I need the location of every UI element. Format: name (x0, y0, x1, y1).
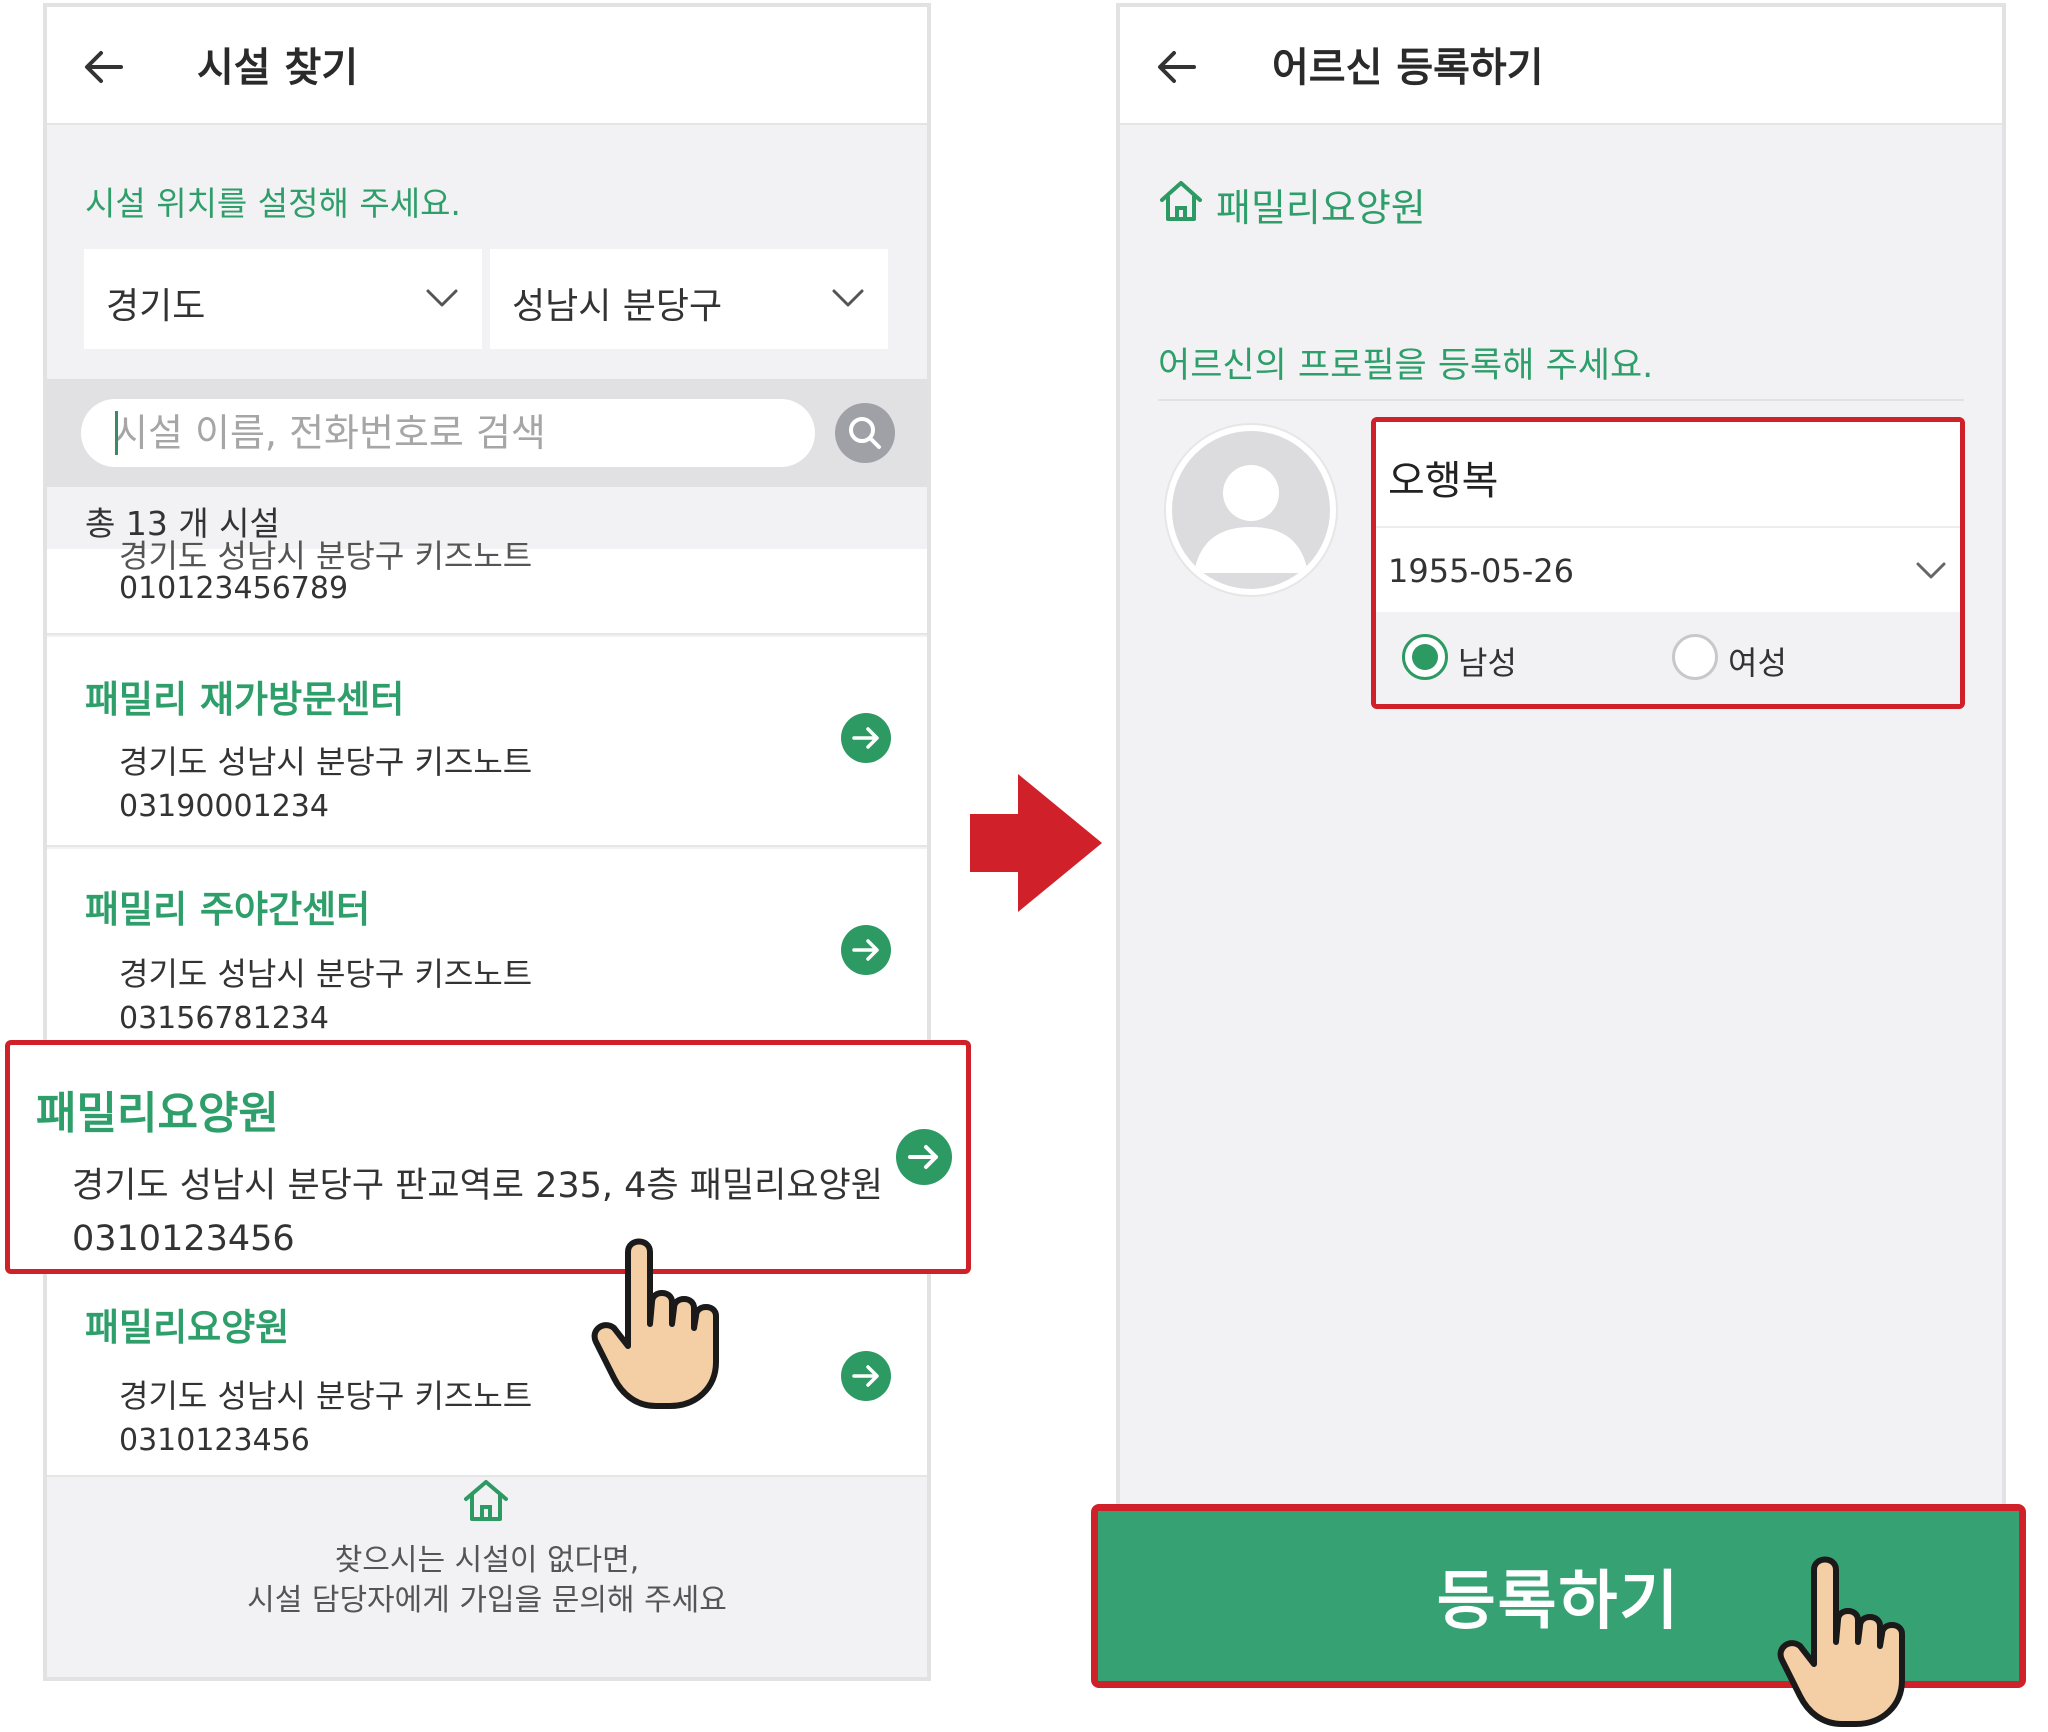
radio-male-label[interactable]: 남성 (1458, 638, 1517, 684)
name-value: 오행복 (1388, 458, 1499, 504)
item-name: 패밀리요양원 (36, 1088, 279, 1139)
item-address: 경기도 성남시 분당구 키즈노트 (119, 955, 533, 993)
radio-male[interactable] (1402, 634, 1448, 680)
item-phone: 03156781234 (119, 1001, 329, 1036)
arrow-right-icon (908, 1145, 938, 1169)
item-phone: 010123456789 (119, 571, 349, 606)
highlighted-facility-card[interactable]: 패밀리요양원 경기도 성남시 분당구 판교역로 235, 4층 패밀리요양원 0… (5, 1040, 971, 1274)
radio-female[interactable] (1672, 634, 1718, 680)
header: 시설 찾기 (47, 7, 927, 125)
search-bar (47, 379, 927, 487)
footer-line-1: 찾으시는 시설이 없다면, (334, 1543, 640, 1578)
page-title: 어르신 등록하기 (1272, 45, 1544, 91)
birthdate-value: 1955-05-26 (1388, 552, 1574, 590)
search-icon (849, 417, 881, 449)
chevron-down-icon (1916, 562, 1946, 579)
avatar[interactable] (1166, 425, 1336, 595)
chevron-down-icon (426, 289, 458, 307)
go-arrow-button[interactable] (841, 925, 891, 975)
city-value: 성남시 분당구 (512, 286, 723, 327)
text-caret (115, 411, 118, 455)
item-address: 경기도 성남시 분당구 키즈노트 (119, 1377, 533, 1415)
gender-selector: 남성 여성 (1376, 612, 1960, 704)
radio-female-label[interactable]: 여성 (1728, 638, 1787, 684)
province-value: 경기도 (106, 286, 206, 327)
back-arrow-icon[interactable] (77, 39, 133, 95)
item-name: 패밀리요양원 (85, 1306, 290, 1349)
footer-line-2: 시설 담당자에게 가입을 문의해 주세요 (247, 1583, 727, 1618)
user-placeholder-icon (1194, 465, 1308, 573)
item-phone: 0310123456 (72, 1219, 295, 1259)
chevron-down-icon (832, 289, 864, 307)
profile-prompt: 어르신의 프로필을 등록해 주세요. (1158, 346, 1654, 386)
birthdate-field[interactable]: 1955-05-26 (1376, 530, 1960, 612)
province-select[interactable]: 경기도 (84, 249, 482, 349)
item-name: 패밀리 주야간센터 (85, 888, 371, 931)
senior-registration-screen: 어르신 등록하기 패밀리요양원 어르신의 프로필을 등록해 주세요. 오행복 1… (1116, 3, 2006, 1523)
go-arrow-button[interactable] (896, 1129, 952, 1185)
arrow-right-icon (852, 727, 879, 749)
pointing-hand-icon (591, 1238, 719, 1409)
name-field[interactable]: 오행복 (1376, 422, 1960, 528)
item-address: 경기도 성남시 분당구 판교역로 235, 4층 패밀리요양원 (72, 1166, 883, 1206)
list-item[interactable]: 패밀리요양원 경기도 성남시 분당구 키즈노트 0310123456 (47, 1273, 927, 1477)
pointing-hand-icon (1777, 1556, 1905, 1727)
item-phone: 03190001234 (119, 789, 329, 824)
list-item[interactable]: 패밀리 주야간센터 경기도 성남시 분당구 키즈노트 03156781234 (47, 849, 927, 1059)
search-input[interactable] (81, 399, 815, 467)
city-select[interactable]: 성남시 분당구 (490, 249, 888, 349)
item-phone: 0310123456 (119, 1423, 310, 1458)
header: 어르신 등록하기 (1120, 7, 2002, 125)
home-icon (464, 1480, 508, 1521)
arrow-right-icon (852, 939, 879, 961)
back-arrow-icon[interactable] (1150, 39, 1206, 95)
divider (1158, 399, 1964, 401)
search-button[interactable] (835, 403, 895, 463)
list-item[interactable]: 경기도 성남시 분당구 키즈노트 010123456789 (47, 537, 927, 635)
go-arrow-button[interactable] (841, 1351, 891, 1401)
go-arrow-button[interactable] (841, 713, 891, 763)
item-name: 패밀리 재가방문센터 (85, 678, 405, 721)
facility-search-screen: 시설 찾기 시설 위치를 설정해 주세요. 경기도 성남시 분당구 총 13 개… (43, 3, 931, 1681)
profile-form: 오행복 1955-05-26 남성 여성 (1371, 417, 1965, 709)
facility-name: 패밀리요양원 (1216, 186, 1426, 230)
list-item[interactable]: 패밀리 재가방문센터 경기도 성남시 분당구 키즈노트 03190001234 (47, 637, 927, 847)
page-title: 시설 찾기 (197, 45, 359, 91)
item-address: 경기도 성남시 분당구 키즈노트 (119, 743, 533, 781)
home-icon (1160, 181, 1202, 221)
location-prompt: 시설 위치를 설정해 주세요. (85, 184, 461, 223)
arrow-right-icon (852, 1365, 879, 1387)
red-arrow-icon (970, 774, 1102, 912)
